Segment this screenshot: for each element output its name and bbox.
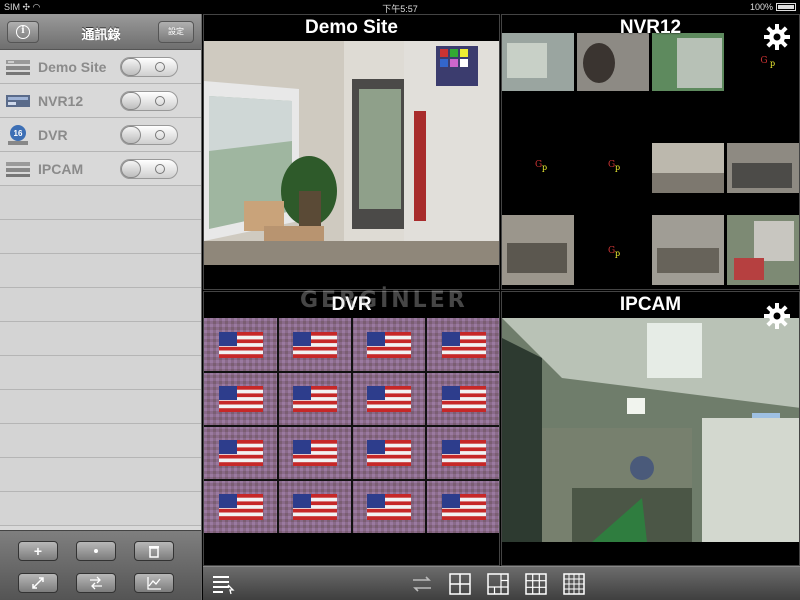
delete-device-button[interactable] — [134, 541, 174, 561]
nvr-channel-7 — [652, 143, 724, 193]
device-toggle[interactable] — [120, 91, 178, 111]
device-list-icon[interactable] — [211, 573, 237, 595]
device-toggle[interactable] — [120, 57, 178, 77]
nvr-channel-5: Gp — [502, 125, 574, 211]
layout-2x2-icon[interactable] — [449, 573, 471, 595]
sidebar-toolbar: + — [0, 530, 201, 600]
svg-text:G: G — [760, 56, 767, 66]
list-item — [0, 356, 201, 390]
tile-title: Demo Site — [305, 17, 398, 38]
nvr-channel-8 — [727, 143, 799, 193]
camera-feed-ipcam — [502, 318, 799, 542]
list-item — [0, 458, 201, 492]
battery-icon — [776, 3, 796, 11]
nvr-channel-12 — [727, 215, 799, 285]
list-item — [0, 322, 201, 356]
camera-feed-demo-site — [204, 41, 499, 265]
layout-3x3-icon[interactable] — [525, 573, 547, 595]
device-name: IPCAM — [38, 161, 84, 177]
list-item — [0, 424, 201, 458]
watermark: GERGİNLER — [300, 288, 468, 313]
device-name: DVR — [38, 127, 68, 143]
channel-tile-nvr12[interactable]: NVR12 Gp Gp Gp Gp — [501, 14, 800, 290]
device-row-demo-site[interactable]: Demo Site — [0, 50, 201, 84]
device-list: Demo Site NVR12 16 DVR IPCAM — [0, 50, 201, 526]
sidebar-header: i 通訊錄 設定 — [0, 14, 201, 50]
device-name: Demo Site — [38, 59, 107, 75]
nvr-channel-6: Gp — [577, 125, 649, 211]
svg-text:p: p — [770, 59, 775, 68]
svg-text:16: 16 — [14, 129, 23, 138]
device-name: NVR12 — [38, 93, 84, 109]
nvr-channel-10: Gp — [577, 215, 649, 285]
nvr-channel-1 — [502, 33, 574, 91]
device-toggle[interactable] — [120, 159, 178, 179]
dvr-device-icon — [6, 60, 30, 75]
video-grid: Demo Site NVR12 G p G p G p G p DVR IPCA… — [203, 14, 800, 566]
list-item — [0, 254, 201, 288]
setup-button[interactable]: 設定 — [158, 21, 194, 43]
delete-icon — [149, 546, 159, 558]
list-item — [0, 220, 201, 254]
expand-icon — [32, 577, 44, 589]
channel-tile-ipcam[interactable]: IPCAM — [501, 291, 800, 566]
list-item — [0, 492, 201, 526]
channel-tile-demo-site[interactable]: Demo Site — [203, 14, 500, 290]
svg-text:p: p — [615, 249, 620, 258]
move-device-button[interactable] — [76, 541, 116, 561]
list-item — [0, 186, 201, 220]
nvr-channel-9 — [502, 215, 574, 285]
nvr-device-icon — [6, 95, 30, 107]
camera-grid-dvr — [204, 318, 499, 533]
svg-text:p: p — [615, 163, 620, 172]
add-icon: + — [33, 543, 43, 559]
device-row-dvr[interactable]: 16 DVR — [0, 118, 201, 152]
add-device-button[interactable]: + — [18, 541, 58, 561]
layout-4x4-icon[interactable] — [563, 573, 585, 595]
chart-icon — [147, 577, 161, 590]
list-item — [0, 390, 201, 424]
list-item — [0, 288, 201, 322]
device-toggle[interactable] — [120, 125, 178, 145]
dvr16-device-icon: 16 — [8, 125, 28, 145]
layout-toolbar — [203, 566, 800, 600]
status-bar: SIM ✣ ◠ 下午5:57 100% — [0, 0, 800, 14]
fullscreen-button[interactable] — [18, 573, 58, 593]
gear-icon[interactable] — [763, 23, 791, 51]
swap-button[interactable] — [76, 573, 116, 593]
move-icon — [94, 549, 98, 553]
device-row-nvr12[interactable]: NVR12 — [0, 84, 201, 118]
nvr-channel-3 — [652, 33, 724, 91]
battery-indicator: 100% — [750, 2, 796, 12]
svg-text:p: p — [542, 163, 547, 172]
tile-title: NVR12 — [619, 17, 682, 38]
nvr-channel-2 — [577, 33, 649, 91]
camera-grid-nvr12: Gp Gp Gp Gp — [502, 33, 799, 289]
layout-1plus3-icon[interactable] — [487, 573, 509, 595]
ipcam-device-icon — [6, 162, 30, 177]
sidebar: i 通訊錄 設定 Demo Site NVR12 16 DVR IPCAM + — [0, 14, 202, 600]
rotate-icon[interactable] — [409, 573, 435, 595]
device-row-ipcam[interactable]: IPCAM — [0, 152, 201, 186]
tile-title: IPCAM — [619, 294, 682, 315]
swap-icon — [90, 576, 102, 590]
gear-icon[interactable] — [763, 302, 791, 330]
chart-button[interactable] — [134, 573, 174, 593]
channel-tile-dvr[interactable]: DVR — [203, 291, 500, 566]
nvr-channel-11 — [652, 215, 724, 285]
